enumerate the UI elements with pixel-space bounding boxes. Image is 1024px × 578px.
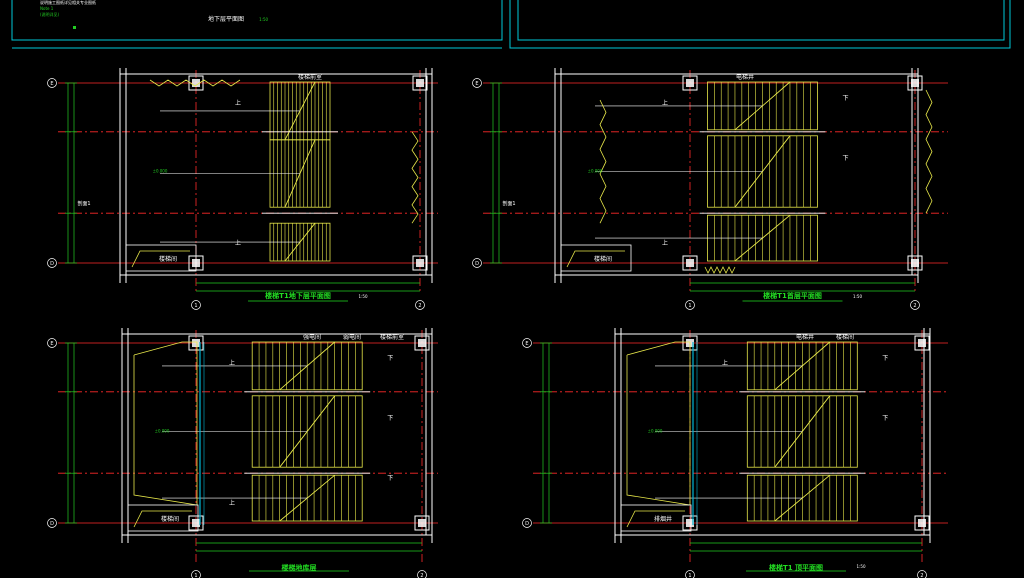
column-fill xyxy=(918,339,926,347)
room-label: 楼梯间 xyxy=(594,255,612,263)
stair-flight xyxy=(655,341,858,391)
column-fill xyxy=(192,339,200,347)
section-mark: 剖面1 xyxy=(77,200,90,207)
axis-label-right: 2 xyxy=(418,303,421,309)
stair-flight xyxy=(162,395,363,468)
shaft-outline xyxy=(626,341,691,506)
room-label: 楼梯前室 xyxy=(298,73,322,81)
axis-label-right: 2 xyxy=(420,573,423,578)
stair-flight xyxy=(595,81,818,131)
column-fill xyxy=(911,259,919,267)
column-fill xyxy=(416,79,424,87)
axis-label-top: E xyxy=(475,81,478,87)
elevation-mark: ±0.000 xyxy=(588,169,603,174)
down-label: 下 xyxy=(842,155,848,162)
column-fill xyxy=(416,259,424,267)
column-fill xyxy=(192,519,200,527)
plans-layer: ED1 2楼梯间楼梯前室上上剖面1±0.000楼梯T1地下层平面图 1:50ED1 2… xyxy=(47,68,948,578)
plan-p3: ED1 2楼梯间强电间 弱电间 楼梯前室上上下下下±0.000楼梯地库层 xyxy=(47,328,438,578)
up-label: 上 xyxy=(229,499,235,507)
axis-label-bottom: D xyxy=(50,261,54,267)
elevation-mark: ±0.000 xyxy=(153,169,168,174)
axis-label-left: 1 xyxy=(688,303,691,309)
up-label: 上 xyxy=(235,239,241,247)
room-label: 楼梯前室 xyxy=(380,333,404,341)
section-mark: 剖面1 xyxy=(502,200,515,207)
stair-flight xyxy=(160,139,331,208)
up-label: 上 xyxy=(229,359,235,367)
axis-label-left: 1 xyxy=(194,573,197,578)
elevation-mark: ±0.000 xyxy=(648,429,663,434)
zigzag-break-bottom xyxy=(704,266,736,274)
room-label: 楼梯间 xyxy=(161,515,179,523)
plan-title: 楼梯T1首层平面图 xyxy=(763,291,822,300)
axis-label-top: E xyxy=(50,81,53,87)
up-label: 上 xyxy=(235,99,241,107)
down-label: 下 xyxy=(842,95,848,102)
elevation-mark: ±0.000 xyxy=(155,429,170,434)
plan-title: 楼梯T1地下层平面图 xyxy=(265,291,331,300)
down-label: 下 xyxy=(387,415,393,422)
room-label: 电梯井 xyxy=(796,333,814,341)
plan-scale: 1:50 xyxy=(853,294,862,299)
stair-flight xyxy=(655,395,858,468)
stair-flight xyxy=(595,135,818,208)
cad-drawing-canvas: E D 1 2 楼梯间 楼梯前室上上剖面1 ±0.000 楼梯T1地下层平面图 1:50 E D 1 2… xyxy=(0,0,1024,578)
column-fill xyxy=(418,519,426,527)
axis-label-right: 2 xyxy=(913,303,916,309)
title-block-frames xyxy=(11,0,1011,49)
column-fill xyxy=(918,519,926,527)
down-label: 下 xyxy=(882,355,888,362)
plan-p1: ED1 2楼梯间楼梯前室上上剖面1±0.000楼梯T1地下层平面图 1:50 xyxy=(47,68,438,310)
room-label: 楼梯间 xyxy=(159,255,177,263)
shaft-outline xyxy=(133,341,198,506)
column-fill xyxy=(418,339,426,347)
up-label: 上 xyxy=(722,359,728,367)
room-label: 电梯井 xyxy=(736,73,754,81)
axis-label-bottom: D xyxy=(475,261,479,267)
title-frame-right-outer xyxy=(509,0,1011,49)
plan-p4: ED1 2排烟井电梯井 楼梯间上下下±0.000楼梯T1 顶平面图 1:50 xyxy=(522,328,948,578)
plan-scale: 1:50 xyxy=(359,294,368,299)
plan-scale: 1:50 xyxy=(857,564,866,569)
header-center-title: 地下层平面图 1:50 xyxy=(208,6,268,25)
axis-label-right: 2 xyxy=(920,573,923,578)
zigzag-break-left xyxy=(599,99,607,224)
header-notes: 说明施工图纸详见相关专业图纸 Note 1 (说明详见) xyxy=(40,0,160,18)
header-center-scale: 1:50 xyxy=(259,17,269,22)
plan-p2: ED1 2楼梯间电梯井上上下下剖面1±0.000楼梯T1首层平面图 1:50 xyxy=(472,68,948,310)
room-label: 楼梯间 xyxy=(836,333,854,341)
axis-label-top: E xyxy=(50,341,53,347)
stair-flight xyxy=(595,214,818,262)
axis-label-bottom: D xyxy=(50,521,54,527)
header-marker xyxy=(73,26,76,29)
room-label: 弱电间 xyxy=(343,333,361,341)
down-label: 下 xyxy=(882,415,888,422)
title-frame-right-inner xyxy=(517,0,1005,41)
room-label: 强电间 xyxy=(303,333,321,341)
stair-flight xyxy=(162,341,363,391)
zigzag-break-right xyxy=(411,131,419,224)
header-center-label: 地下层平面图 xyxy=(208,16,245,23)
zigzag-break-right xyxy=(925,89,933,214)
down-label: 下 xyxy=(387,355,393,362)
column-fill xyxy=(686,79,694,87)
stair-flight xyxy=(162,474,363,522)
up-label: 上 xyxy=(662,239,668,247)
column-fill xyxy=(686,259,694,267)
stair-flight xyxy=(160,81,331,141)
axis-label-top: E xyxy=(525,341,528,347)
axis-label-bottom: D xyxy=(525,521,529,527)
stair-flight xyxy=(160,222,331,262)
room-label: 排烟井 xyxy=(654,515,672,523)
up-label: 上 xyxy=(662,99,668,107)
down-label: 下 xyxy=(387,475,393,482)
column-fill xyxy=(911,79,919,87)
axis-label-left: 1 xyxy=(194,303,197,309)
header-note-3: (说明详见) xyxy=(40,12,60,17)
axis-label-left: 1 xyxy=(688,573,691,578)
stair-flight xyxy=(655,474,858,522)
stair-plan-drawing: ED1 2楼梯间楼梯前室上上剖面1±0.000楼梯T1地下层平面图 1:50ED1 2… xyxy=(11,0,1011,578)
